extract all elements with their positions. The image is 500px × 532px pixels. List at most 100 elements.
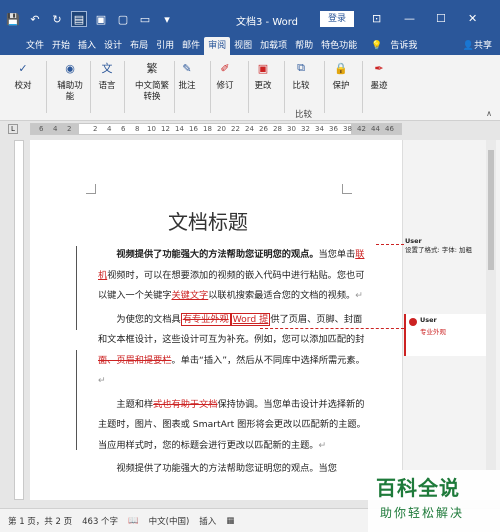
ribbon-tabs: 文件 开始 插入 设计 布局 引用 邮件 审阅 视图 加载项 帮助 特色功能 💡… <box>0 37 500 55</box>
comment-card[interactable]: User 专业外观 <box>404 314 496 356</box>
tab-help[interactable]: 帮助 <box>291 37 317 55</box>
ribbon-separator <box>362 61 363 113</box>
minimize-icon[interactable]: — <box>404 12 415 25</box>
share-icon: 👤 <box>462 41 474 51</box>
insert-mode[interactable]: 插入 <box>199 515 216 527</box>
ruler-number: 28 <box>273 125 282 133</box>
ribbon-protect-label: 保护 <box>332 81 350 91</box>
tab-home[interactable]: 开始 <box>48 37 74 55</box>
ribbon-changes[interactable]: ▣ 更改 <box>254 59 272 115</box>
quick-access-toolbar: 💾 ↶ ↻ ▤ ▣ ▢ ▭ ▾ <box>6 11 174 27</box>
tab-layout[interactable]: 布局 <box>126 37 152 55</box>
redo-icon[interactable]: ↻ <box>50 12 64 26</box>
ribbon-proofing-label: 校对 <box>14 81 32 91</box>
tab-insert[interactable]: 插入 <box>74 37 100 55</box>
ribbon-separator <box>90 61 91 113</box>
tell-me-icon[interactable]: 💡 <box>367 37 386 55</box>
title-bar: 💾 ↶ ↻ ▤ ▣ ▢ ▭ ▾ 文档3 - Word 登录 ⊡ — ☐ ✕ <box>0 0 500 40</box>
save-icon[interactable]: 💾 <box>6 12 20 26</box>
ribbon-proofing[interactable]: ✓ 校对 <box>14 59 32 115</box>
ribbon-comment-label: 批注 <box>178 81 196 91</box>
tab-file[interactable]: 文件 <box>22 37 48 55</box>
tab-mailings[interactable]: 邮件 <box>178 37 204 55</box>
ribbon-changes-label: 更改 <box>254 81 272 91</box>
page-count[interactable]: 第 1 页，共 2 页 <box>8 515 72 527</box>
maximize-icon[interactable]: ☐ <box>436 12 446 25</box>
changes-icon: ▣ <box>257 61 269 75</box>
text-run: 为使您的文档具 <box>116 313 181 325</box>
page-setup-icon[interactable]: ▣ <box>94 12 108 26</box>
ribbon-language[interactable]: 文 语言 <box>98 59 116 115</box>
text-run: 当您单击 <box>318 249 356 260</box>
paragraph-1[interactable]: 视频提供了功能强大的方法帮助您证明您的观点。当您单击联机视频时，可以在想要添加的… <box>98 245 370 307</box>
document-page[interactable]: 文档标题 视频提供了功能强大的方法帮助您证明您的观点。当您单击联机视频时，可以在… <box>30 140 402 500</box>
macro-icon[interactable]: ▦ <box>226 516 234 526</box>
comment-body: 专业外观 <box>420 328 446 336</box>
format-balloon[interactable]: User 设置了格式: 字体: 加粗 <box>405 237 495 255</box>
document-heading[interactable]: 文档标题 <box>168 206 248 235</box>
change-bar <box>76 410 77 450</box>
horizontal-ruler: L 6 4 2 2 4 6 8 10 12 14 16 18 20 22 24 … <box>0 121 500 137</box>
undo-icon[interactable]: ↶ <box>28 12 42 26</box>
ruler-strip[interactable]: 6 4 2 2 4 6 8 10 12 14 16 18 20 22 24 26… <box>30 123 402 135</box>
language-status[interactable]: 中文(中国) <box>149 515 190 527</box>
ruler-number: 30 <box>287 125 296 133</box>
paragraph-4[interactable]: 视频提供了功能强大的方法帮助您证明您的观点。当您 <box>98 459 370 480</box>
more-commands-icon[interactable]: ▾ <box>160 12 174 26</box>
inserted-text: 关键文字 <box>171 290 209 301</box>
text-run: 视频提供了功能强大的方法帮助您证明您的观点。当您 <box>116 463 337 474</box>
crop-mark <box>342 184 352 194</box>
text-run: 主题和样 <box>116 398 154 410</box>
tab-references[interactable]: 引用 <box>152 37 178 55</box>
ribbon-track-changes[interactable]: ✐ 修订 <box>216 59 234 115</box>
ribbon-separator <box>284 61 285 113</box>
ribbon-protect[interactable]: 🔒 保护 <box>332 59 350 115</box>
ribbon-ink[interactable]: ✒ 墨迹 <box>370 59 388 115</box>
ruler-number: 22 <box>231 125 240 133</box>
ruler-number: 32 <box>301 125 310 133</box>
ribbon-separator <box>210 61 211 113</box>
ribbon-accessibility[interactable]: ◉ 辅助功能 <box>56 59 84 115</box>
ribbon-chinese-conversion[interactable]: 繁 中文简繁转换 <box>132 59 172 115</box>
balloon-user: User <box>405 237 422 245</box>
balloon-connector <box>376 244 404 245</box>
language-icon: 文 <box>101 62 113 75</box>
tab-review[interactable]: 审阅 <box>204 37 231 55</box>
user-avatar-icon <box>409 318 417 326</box>
text-run: 。单击“插入”，然后从不同库中选择所需元素。 <box>171 354 365 366</box>
ribbon-comment[interactable]: ✎ 批注 <box>178 59 196 115</box>
proofing-status-icon[interactable]: 📖 <box>128 516 139 526</box>
ruler-number: 6 <box>39 125 44 133</box>
ink-icon: ✒ <box>374 61 384 75</box>
tab-view[interactable]: 视图 <box>230 37 256 55</box>
new-doc-icon[interactable]: ▢ <box>116 12 130 26</box>
tab-selector-icon[interactable]: L <box>8 124 18 134</box>
paragraph-3[interactable]: 主题和样式也有助于文档保持协调。当您单击设计并选择新的主题时，图片、图表或 Sm… <box>98 395 370 457</box>
document-body[interactable]: 视频提供了功能强大的方法帮助您证明您的观点。当您单击联机视频时，可以在想要添加的… <box>98 245 370 480</box>
read-mode-icon[interactable]: ▤ <box>71 11 87 27</box>
ruler-number: 18 <box>203 125 212 133</box>
vertical-scrollbar[interactable] <box>486 140 496 500</box>
deleted-text: 式也有助于文档 <box>153 398 218 410</box>
text-run: 以联机搜索最适合您的文档的视频。 <box>208 290 356 301</box>
ruler-number: 2 <box>93 125 98 133</box>
ribbon-compare[interactable]: ⧉ 比较 <box>292 59 310 115</box>
tab-tell-me[interactable]: 告诉我 <box>386 37 421 55</box>
ruler-number: 20 <box>217 125 226 133</box>
tab-addins[interactable]: 加载项 <box>256 37 291 55</box>
ruler-number: 4 <box>107 125 112 133</box>
ruler-number: 12 <box>161 125 170 133</box>
ribbon-separator <box>174 61 175 113</box>
ribbon-display-icon[interactable]: ⊡ <box>372 12 381 25</box>
open-doc-icon[interactable]: ▭ <box>138 12 152 26</box>
tab-share[interactable]: 👤共享 <box>459 37 500 55</box>
login-button[interactable]: 登录 <box>320 11 354 27</box>
paragraph-2[interactable]: 为使您的文档具 有专业外观 Word 提供了页眉、页脚、封面和文本框设计，这些设计可… <box>98 310 370 392</box>
word-count[interactable]: 463 个字 <box>82 515 118 527</box>
collapse-ribbon-icon[interactable]: ∧ <box>486 109 492 118</box>
close-icon[interactable]: ✕ <box>468 12 477 25</box>
tab-design[interactable]: 设计 <box>100 37 126 55</box>
tab-features[interactable]: 特色功能 <box>317 37 361 55</box>
chinese-conversion-icon: 繁 <box>146 62 158 75</box>
scrollbar-thumb[interactable] <box>488 150 494 270</box>
